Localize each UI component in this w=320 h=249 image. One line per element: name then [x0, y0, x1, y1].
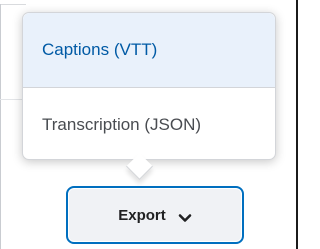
menu-list: Captions (VTT) Transcription (JSON): [23, 13, 275, 159]
menu-item-transcription-json[interactable]: Transcription (JSON): [23, 87, 275, 159]
menu-item-captions-vtt[interactable]: Captions (VTT): [23, 13, 275, 87]
background-edge: [0, 4, 1, 249]
export-format-menu: Captions (VTT) Transcription (JSON): [22, 12, 276, 160]
window-edge: [296, 0, 298, 249]
export-button[interactable]: Export: [66, 186, 244, 244]
chevron-down-icon: [178, 210, 192, 222]
export-button-label: Export: [118, 206, 166, 224]
export-dropdown-area: Captions (VTT) Transcription (JSON) Expo…: [0, 0, 298, 249]
background-divider: [0, 4, 26, 5]
